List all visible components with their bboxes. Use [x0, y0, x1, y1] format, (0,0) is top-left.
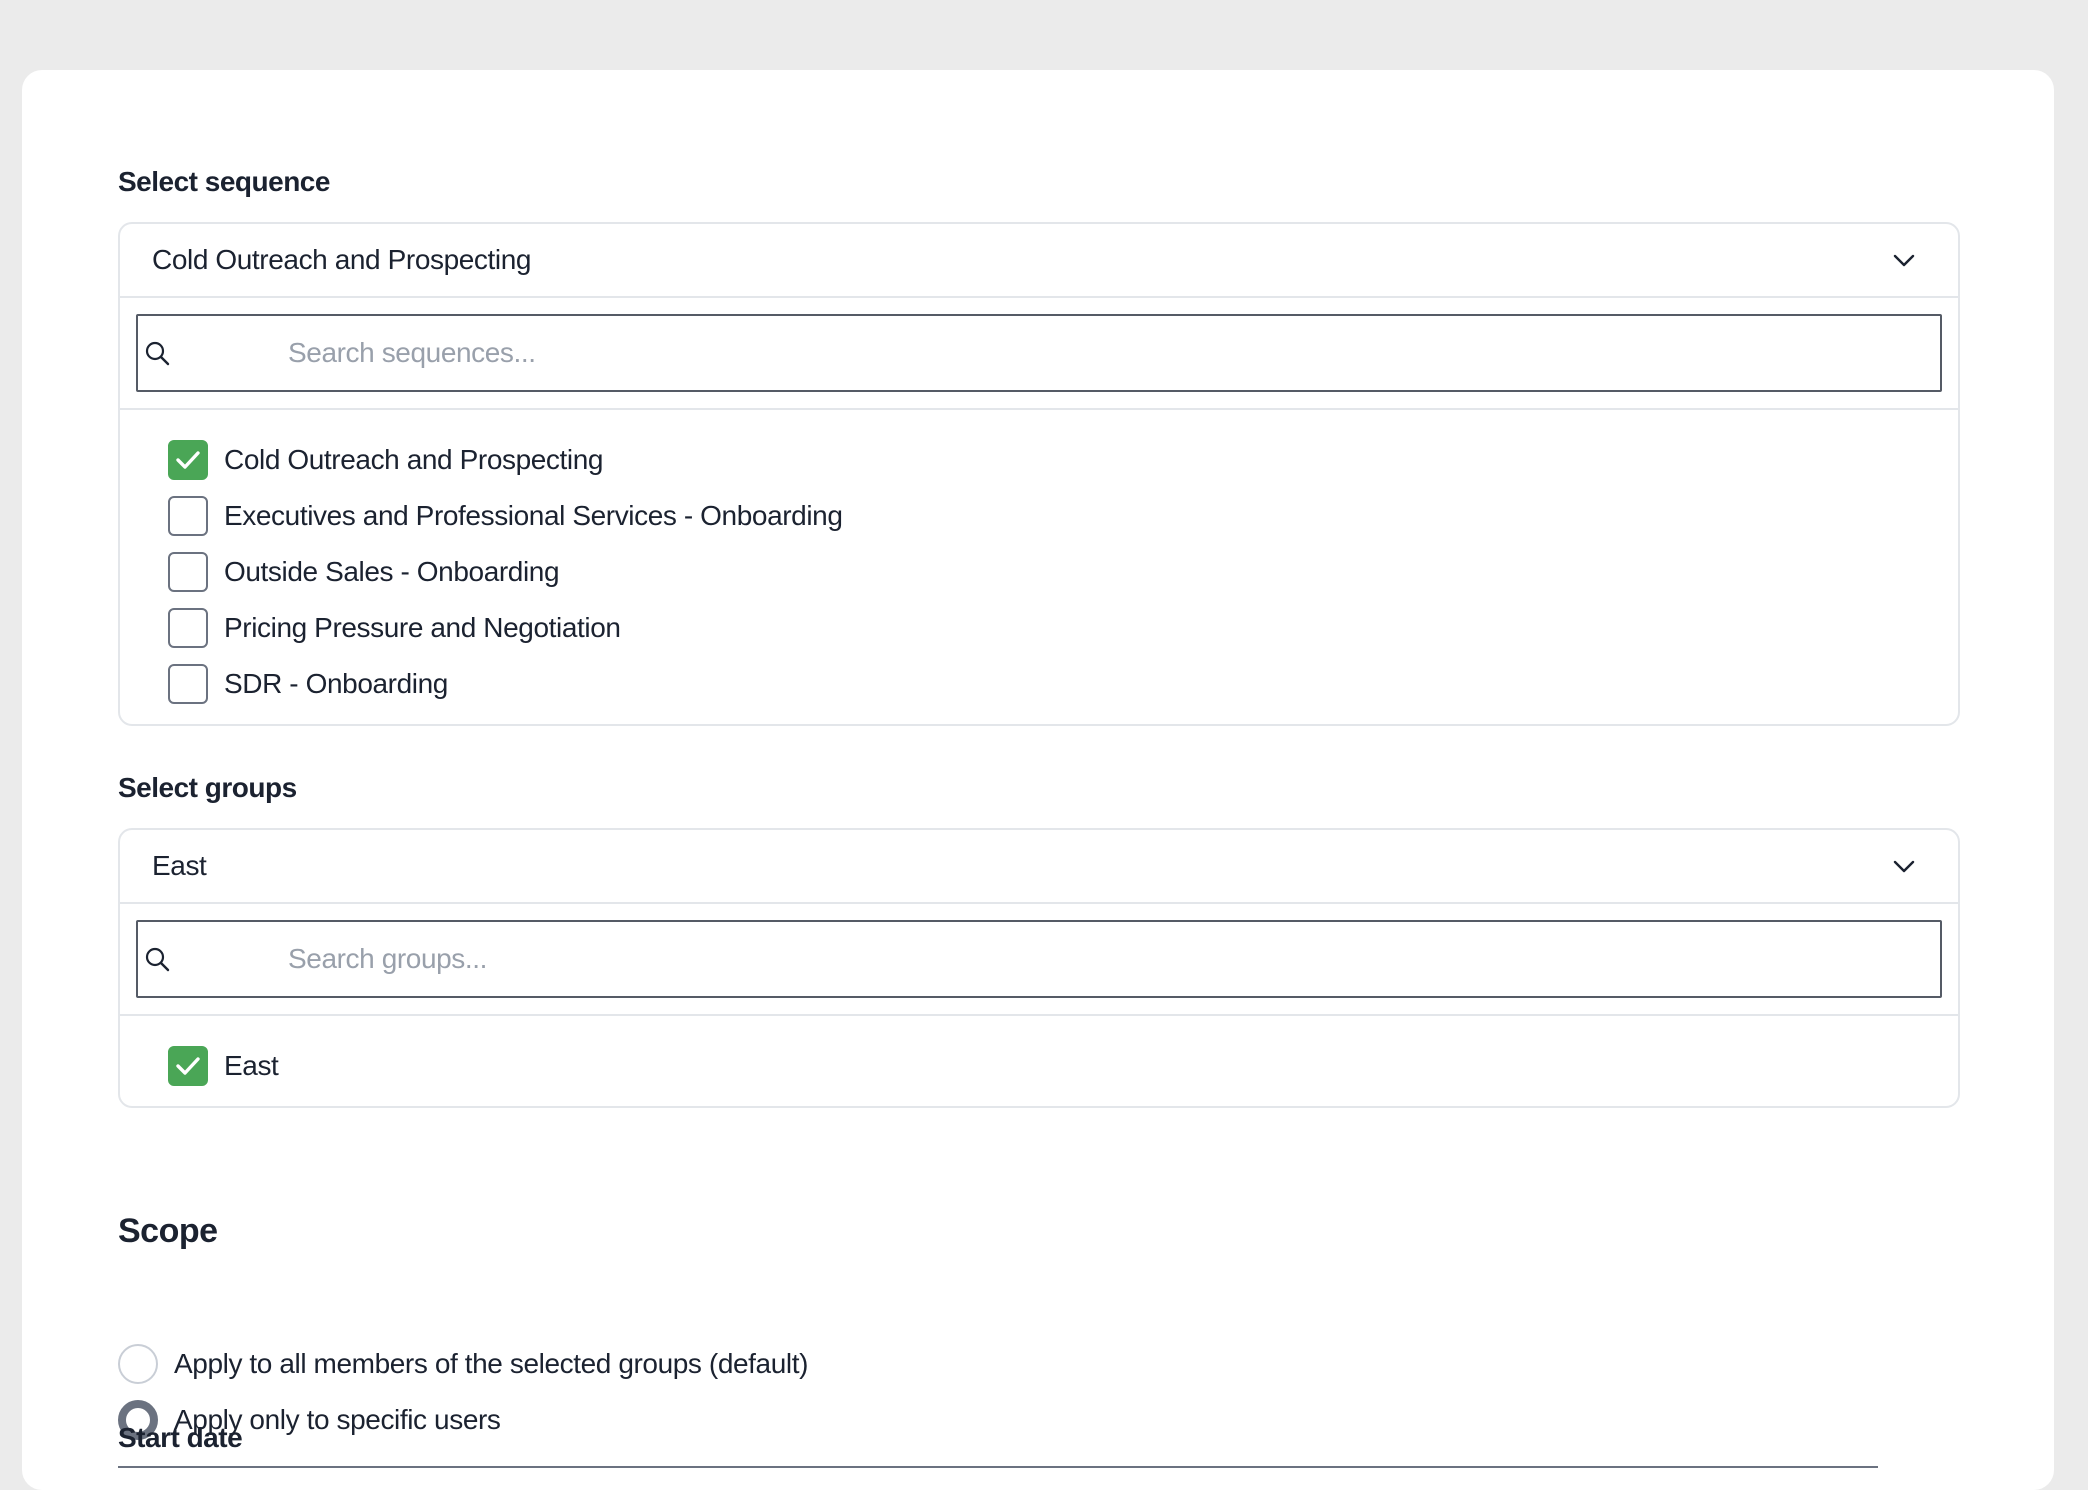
- sequence-option[interactable]: Cold Outreach and Prospecting: [120, 432, 1958, 488]
- sequence-option-label: SDR - Onboarding: [224, 668, 448, 699]
- scope-title: Scope: [118, 1212, 218, 1250]
- checkbox[interactable]: [168, 1046, 208, 1086]
- group-option-label: East: [224, 1050, 279, 1081]
- group-option[interactable]: East: [120, 1038, 1958, 1094]
- sequence-search-input[interactable]: [288, 316, 1930, 390]
- sequence-section-label: Select sequence: [118, 166, 330, 197]
- groups-search-area: [120, 904, 1958, 1016]
- chevron-down-icon: [1893, 254, 1915, 267]
- sequence-option[interactable]: Executives and Professional Services - O…: [120, 488, 1958, 544]
- checkbox[interactable]: [168, 496, 208, 536]
- start-date-label: Start date: [118, 1422, 243, 1453]
- checkbox[interactable]: [168, 664, 208, 704]
- checkbox[interactable]: [168, 608, 208, 648]
- groups-dropdown-trigger[interactable]: East: [120, 830, 1958, 904]
- sequence-option-label: Pricing Pressure and Negotiation: [224, 612, 621, 643]
- groups-search-input[interactable]: [288, 922, 1930, 996]
- checkbox[interactable]: [168, 440, 208, 480]
- sequence-dropdown-trigger[interactable]: Cold Outreach and Prospecting: [120, 224, 1958, 298]
- groups-section-label: Select groups: [118, 772, 297, 803]
- sequence-option-label: Executives and Professional Services - O…: [224, 500, 843, 531]
- checkmark-icon: [176, 1057, 200, 1075]
- sequence-option[interactable]: Outside Sales - Onboarding: [120, 544, 1958, 600]
- radio-button[interactable]: [118, 1344, 158, 1384]
- checkmark-icon: [176, 451, 200, 469]
- sequence-selected-value: Cold Outreach and Prospecting: [152, 244, 532, 275]
- sequence-option-label: Cold Outreach and Prospecting: [224, 444, 604, 475]
- scope-option-label: Apply to all members of the selected gro…: [174, 1348, 809, 1379]
- groups-dropdown: East East: [118, 828, 1960, 1108]
- groups-options-list: East: [120, 1016, 1958, 1106]
- search-icon: [145, 947, 170, 972]
- groups-search-box: [136, 920, 1942, 998]
- sequence-search-area: [120, 298, 1958, 410]
- sequence-options-list: Cold Outreach and Prospecting Executives…: [120, 410, 1958, 724]
- sequence-dropdown: Cold Outreach and Prospecting Cold O: [118, 222, 1960, 726]
- form-card: Select sequence Cold Outreach and Prospe…: [22, 70, 2054, 1490]
- checkbox[interactable]: [168, 552, 208, 592]
- scope-option-all-members[interactable]: Apply to all members of the selected gro…: [118, 1342, 808, 1386]
- groups-selected-value: East: [152, 850, 207, 881]
- sequence-option-label: Outside Sales - Onboarding: [224, 556, 560, 587]
- sequence-search-box: [136, 314, 1942, 392]
- sequence-option[interactable]: Pricing Pressure and Negotiation: [120, 600, 1958, 656]
- chevron-down-icon: [1893, 860, 1915, 873]
- sequence-option[interactable]: SDR - Onboarding: [120, 656, 1958, 712]
- search-icon: [145, 341, 170, 366]
